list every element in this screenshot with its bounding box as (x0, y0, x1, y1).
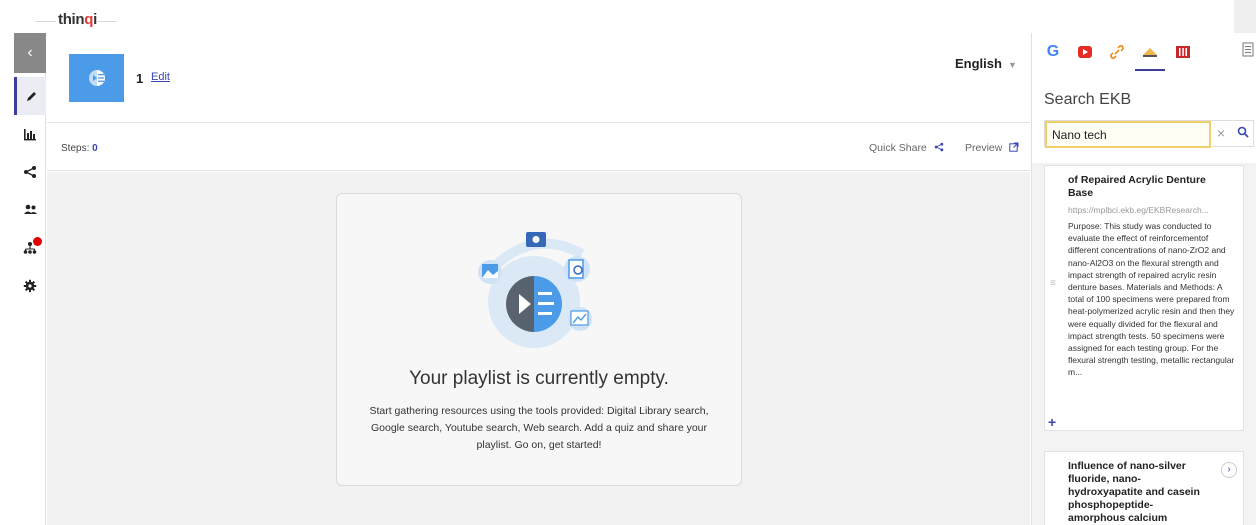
sidebar-item-organization[interactable] (14, 229, 46, 267)
language-selector[interactable]: English ▼ (955, 56, 1017, 71)
add-to-playlist-button[interactable]: + (1048, 414, 1056, 430)
result-title[interactable]: Influence of nano-silver fluoride, nano-… (1068, 460, 1208, 525)
tab-ekb[interactable] (1135, 41, 1165, 71)
ekb-icon (1143, 48, 1157, 57)
share-icon (24, 166, 36, 178)
logo-divider-left (36, 21, 56, 22)
top-bar: thinqi (0, 0, 1256, 33)
chart-bar-icon (24, 129, 36, 141)
library-icon (1176, 46, 1190, 58)
external-link-icon (1009, 142, 1019, 152)
sidebar-collapse-button[interactable]: ‹ (14, 33, 46, 73)
search-icon[interactable] (1237, 126, 1249, 138)
tab-youtube[interactable] (1074, 41, 1096, 63)
search-input[interactable] (1045, 121, 1211, 148)
users-icon (23, 204, 37, 214)
link-icon (1110, 45, 1124, 59)
resource-search-panel: G Search EKB × of Repaired Acrylic Dentu… (1031, 33, 1256, 525)
left-sidebar: ‹ (0, 33, 46, 525)
result-title[interactable]: of Repaired Acrylic Denture Base (1068, 174, 1228, 200)
logo-divider-right (96, 21, 116, 22)
playlist-thumbnail[interactable] (69, 54, 124, 102)
result-card: Influence of nano-silver fluoride, nano-… (1044, 451, 1244, 525)
edit-link[interactable]: Edit (151, 71, 170, 83)
chevron-down-icon: ▼ (1007, 60, 1017, 70)
empty-state-card: Your playlist is currently empty. Start … (336, 193, 742, 486)
empty-state-title: Your playlist is currently empty. (409, 368, 669, 389)
sidebar-item-edit[interactable] (14, 77, 46, 115)
steps-bar: Steps: 0 Quick Share Preview (47, 124, 1030, 171)
tab-google[interactable]: G (1042, 41, 1064, 63)
tab-digital-library[interactable] (1172, 41, 1194, 63)
chevron-right-icon[interactable]: › (1221, 462, 1237, 478)
result-abstract: Purpose: This study was conducted to eva… (1068, 221, 1235, 378)
resource-tabs: G (1032, 33, 1256, 71)
preview-button[interactable]: Preview (965, 142, 1019, 154)
tab-web-link[interactable] (1106, 41, 1128, 63)
empty-state-description: Start gathering resources using the tool… (369, 405, 709, 451)
sidebar-item-analytics[interactable] (14, 115, 46, 153)
steps-counter: Steps: 0 (61, 143, 98, 154)
playlist-content: Your playlist is currently empty. Start … (47, 172, 1030, 525)
quick-share-button[interactable]: Quick Share (869, 142, 944, 154)
search-box: × (1044, 120, 1254, 148)
playlist-number: 1 (136, 71, 144, 86)
empty-playlist-illustration (478, 232, 592, 348)
result-card: of Repaired Acrylic Denture Base https:/… (1044, 165, 1244, 431)
playlist-logo-icon (88, 70, 105, 86)
sidebar-item-share[interactable] (14, 153, 46, 191)
google-icon: G (1046, 43, 1060, 60)
window-corner (1234, 0, 1256, 33)
playlist-header: 1 Edit English ▼ (47, 33, 1030, 123)
search-results: of Repaired Acrylic Denture Base https:/… (1032, 163, 1256, 525)
pencil-icon (26, 92, 36, 101)
search-panel-title: Search EKB (1044, 91, 1132, 108)
result-url[interactable]: https://mplbci.ekb.eg/EKBResearch... (1068, 205, 1209, 215)
document-icon[interactable] (1242, 42, 1254, 58)
sidebar-item-users[interactable] (14, 191, 46, 229)
app-logo[interactable]: thinqi (58, 11, 97, 28)
youtube-icon (1078, 46, 1092, 58)
share-icon (934, 142, 943, 152)
clear-icon[interactable]: × (1217, 125, 1225, 141)
gear-icon (23, 279, 37, 293)
notification-badge (33, 237, 42, 246)
drag-handle-icon[interactable]: ≡ (1050, 278, 1056, 289)
sidebar-item-settings[interactable] (14, 267, 46, 305)
